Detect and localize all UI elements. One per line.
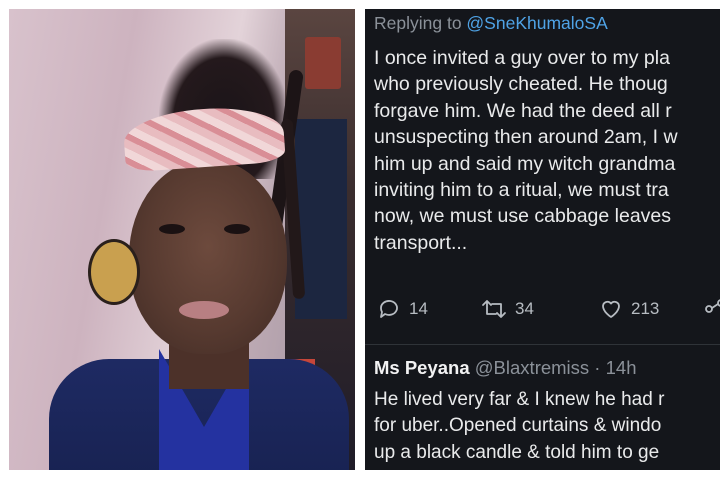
like-count: 213 xyxy=(631,299,660,318)
earring xyxy=(88,239,140,305)
reply-count: 14 xyxy=(409,299,428,318)
replying-to-handle[interactable]: @SneKhumaloSA xyxy=(466,13,607,33)
divider xyxy=(365,344,720,345)
tweet-line: inviting him to a ritual, we must tra xyxy=(374,179,669,202)
reply-author-handle[interactable]: @Blaxtremiss xyxy=(475,357,589,378)
retweet-button[interactable]: 34 xyxy=(481,297,534,321)
profile-photo xyxy=(9,9,355,470)
reply-line: for uber..Opened curtains & windo xyxy=(374,415,662,437)
reply-line: He lived very far & I knew he had r xyxy=(374,389,665,410)
tweet-line: I once invited a guy over to my pla xyxy=(374,47,670,69)
reply-line: up a black candle & told him to ge xyxy=(374,441,660,463)
tweet-line: now, we must use cabbage leaves xyxy=(374,205,672,228)
reply-time: · 14h xyxy=(589,357,637,378)
retweet-icon xyxy=(482,300,506,318)
replying-to: Replying to @SneKhumaloSA xyxy=(374,13,608,34)
shelf-box xyxy=(305,37,341,89)
reply-body: He lived very far & I knew he had r for … xyxy=(374,387,664,466)
tweet-line: who previously cheated. He thoug xyxy=(374,73,668,96)
tweet-line: forgave him. We had the deed all r xyxy=(374,99,672,122)
tweet-line: unsuspecting then around 2am, I w xyxy=(374,126,678,149)
tweet-actions: 14 34 213 xyxy=(377,297,720,327)
face xyxy=(129,159,287,354)
left-eye xyxy=(159,224,185,234)
share-icon xyxy=(705,299,720,313)
right-eye xyxy=(224,224,250,234)
reply-icon xyxy=(380,300,398,318)
share-button[interactable] xyxy=(703,297,720,321)
replying-to-label: Replying to xyxy=(374,13,467,33)
reply-header: Ms Peyana @Blaxtremiss · 14h xyxy=(374,357,636,379)
reply-button[interactable]: 14 xyxy=(377,297,428,321)
tweet-screenshot: Replying to @SneKhumaloSA I once invited… xyxy=(365,9,720,470)
reply-author-name[interactable]: Ms Peyana xyxy=(374,357,470,378)
headband xyxy=(122,103,286,173)
tweet-body: I once invited a guy over to my pla who … xyxy=(374,45,720,256)
like-button[interactable]: 213 xyxy=(599,297,659,321)
retweet-count: 34 xyxy=(515,299,534,318)
lips xyxy=(179,301,229,319)
like-icon xyxy=(602,300,620,318)
tweet-line: transport... xyxy=(374,231,468,254)
tweet-line: him up and said my witch grandma xyxy=(374,152,676,175)
